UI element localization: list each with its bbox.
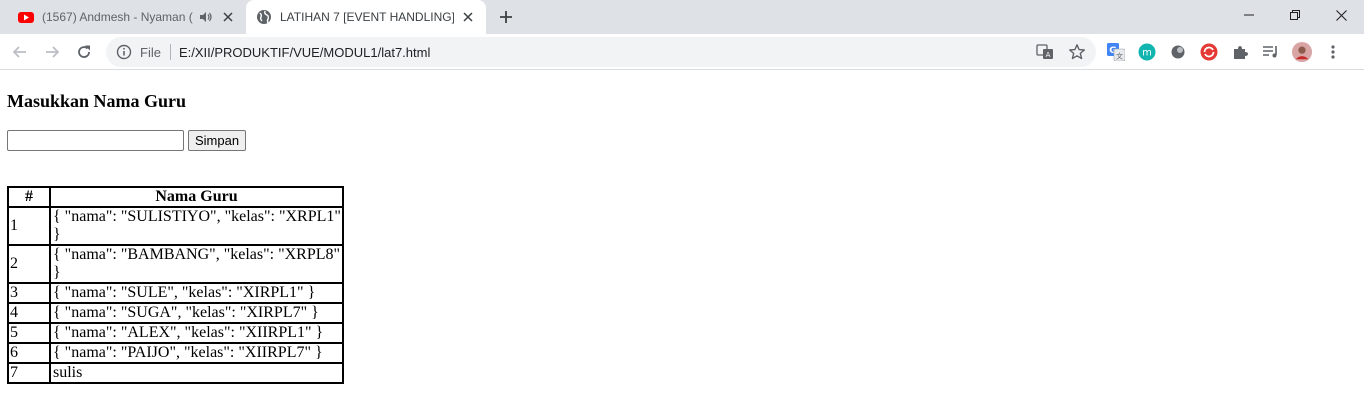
tab-latihan7[interactable]: LATIHAN 7 [EVENT HANDLING] bbox=[246, 0, 486, 34]
window-controls bbox=[1226, 0, 1364, 30]
m-extension-icon[interactable]: m bbox=[1137, 42, 1157, 62]
input-form: Simpan bbox=[7, 129, 1357, 151]
close-window-icon[interactable] bbox=[1318, 0, 1364, 30]
address-bar[interactable]: File E:/XII/PRODUKTIF/VUE/MODUL1/lat7.ht… bbox=[106, 37, 1096, 67]
translate-icon[interactable]: A bbox=[1036, 43, 1054, 66]
globe-icon bbox=[256, 9, 272, 25]
row-value: { "nama": "SUGA", "kelas": "XIRPL7" } bbox=[50, 303, 343, 323]
svg-text:A: A bbox=[1046, 51, 1051, 59]
table-row: 2 { "nama": "BAMBANG", "kelas": "XRPL8" … bbox=[8, 245, 343, 283]
info-icon[interactable] bbox=[116, 44, 132, 60]
svg-text:文: 文 bbox=[1116, 52, 1123, 61]
close-tab-icon[interactable] bbox=[220, 9, 236, 25]
table-row: 1 { "nama": "SULISTIYO", "kelas": "XRPL1… bbox=[8, 207, 343, 245]
reload-icon[interactable] bbox=[72, 40, 96, 64]
file-label: File bbox=[140, 44, 161, 60]
minimize-icon[interactable] bbox=[1226, 0, 1272, 30]
row-value: { "nama": "SULISTIYO", "kelas": "XRPL1" … bbox=[50, 207, 343, 245]
tab-strip: (1567) Andmesh - Nyaman ( LATIHAN 7 [EVE… bbox=[0, 0, 1364, 34]
bookmark-star-icon[interactable] bbox=[1068, 43, 1086, 66]
extensions-area: G文 m bbox=[1106, 42, 1354, 62]
nama-guru-input[interactable] bbox=[7, 129, 184, 151]
url-text[interactable]: E:/XII/PRODUKTIF/VUE/MODUL1/lat7.html bbox=[179, 45, 430, 60]
table-row: 6 { "nama": "PAIJO", "kelas": "XIIRPL7" … bbox=[8, 343, 343, 363]
simpan-button[interactable]: Simpan bbox=[188, 129, 247, 151]
row-value: { "nama": "PAIJO", "kelas": "XIIRPL7" } bbox=[50, 343, 343, 363]
row-value: { "nama": "BAMBANG", "kelas": "XRPL8" } bbox=[50, 245, 343, 283]
svg-text:m: m bbox=[1142, 48, 1152, 59]
table-row: 4 { "nama": "SUGA", "kelas": "XIRPL7" } bbox=[8, 303, 343, 323]
guru-table: # Nama Guru 1 { "nama": "SULISTIYO", "ke… bbox=[7, 186, 344, 384]
row-number: 2 bbox=[8, 245, 50, 283]
row-number: 3 bbox=[8, 283, 50, 303]
row-number: 7 bbox=[8, 363, 50, 383]
more-menu-icon[interactable] bbox=[1323, 42, 1343, 62]
tab-title: (1567) Andmesh - Nyaman ( bbox=[42, 10, 193, 24]
row-number: 6 bbox=[8, 343, 50, 363]
row-number: 1 bbox=[8, 207, 50, 245]
forward-arrow-icon[interactable] bbox=[40, 40, 64, 64]
row-number: 4 bbox=[8, 303, 50, 323]
separator bbox=[169, 44, 171, 60]
row-value: { "nama": "ALEX", "kelas": "XIIRPL1" } bbox=[50, 323, 343, 343]
youtube-icon bbox=[18, 9, 34, 25]
tab-youtube[interactable]: (1567) Andmesh - Nyaman ( bbox=[8, 0, 246, 34]
table-header-row: # Nama Guru bbox=[8, 187, 343, 207]
tab-title: LATIHAN 7 [EVENT HANDLING] bbox=[280, 10, 454, 24]
page-content: Masukkan Nama Guru Simpan # Nama Guru 1 … bbox=[0, 71, 1364, 384]
speaker-icon[interactable] bbox=[198, 9, 214, 25]
new-tab-button[interactable] bbox=[496, 7, 516, 27]
back-arrow-icon[interactable] bbox=[8, 40, 32, 64]
google-translate-extension-icon[interactable]: G文 bbox=[1106, 42, 1126, 62]
row-number: 5 bbox=[8, 323, 50, 343]
table-row: 7 sulis bbox=[8, 363, 343, 383]
column-header-number: # bbox=[8, 187, 50, 207]
browser-toolbar: File E:/XII/PRODUKTIF/VUE/MODUL1/lat7.ht… bbox=[0, 34, 1364, 70]
table-row: 3 { "nama": "SULE", "kelas": "XIRPL1" } bbox=[8, 283, 343, 303]
page-heading: Masukkan Nama Guru bbox=[7, 91, 187, 111]
table-row: 5 { "nama": "ALEX", "kelas": "XIIRPL1" } bbox=[8, 323, 343, 343]
circle-extension-icon[interactable] bbox=[1168, 42, 1188, 62]
media-queue-icon[interactable] bbox=[1261, 42, 1281, 62]
restore-icon[interactable] bbox=[1272, 0, 1318, 30]
close-tab-icon[interactable] bbox=[460, 9, 476, 25]
red-extension-icon[interactable] bbox=[1199, 42, 1219, 62]
row-value: { "nama": "SULE", "kelas": "XIRPL1" } bbox=[50, 283, 343, 303]
column-header-nama-guru: Nama Guru bbox=[50, 187, 343, 207]
profile-avatar[interactable] bbox=[1292, 42, 1312, 62]
row-value: sulis bbox=[50, 363, 343, 383]
puzzle-extensions-icon[interactable] bbox=[1230, 42, 1250, 62]
